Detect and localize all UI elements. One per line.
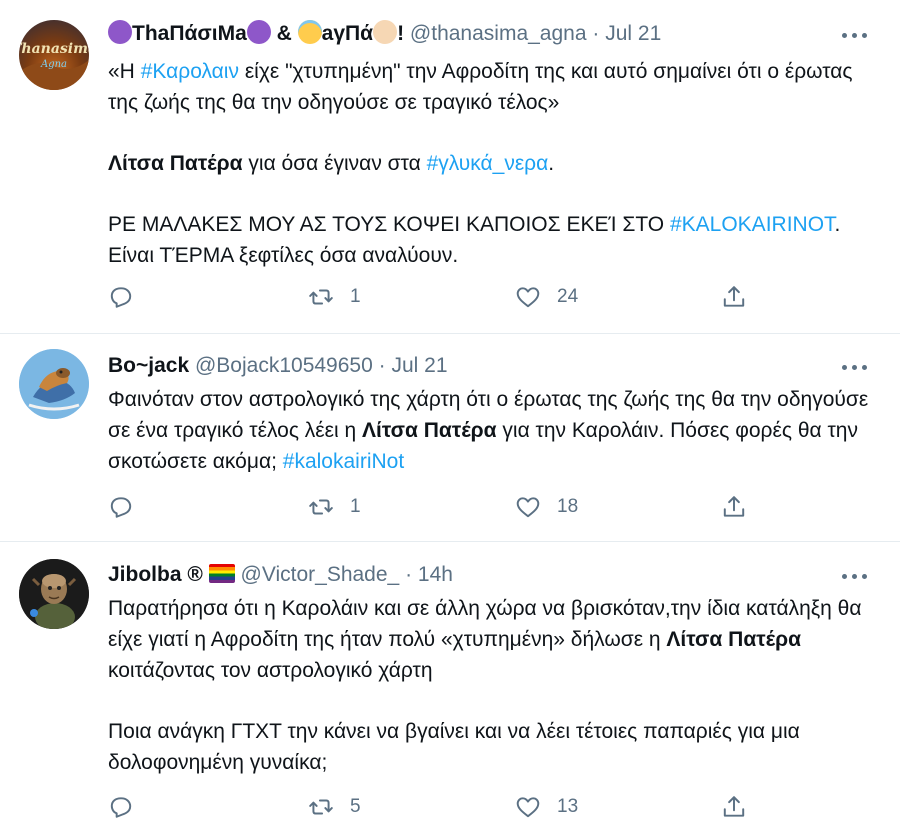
more-icon[interactable] (842, 362, 868, 372)
tweet-2[interactable]: Bo~jack @Bojack10549650 · Jul 21 Φαινότα… (0, 334, 900, 542)
tweet-paragraph: Παρατήρησα ότι η Καρολάιν και σε άλλη χώ… (108, 593, 878, 686)
tweet-3[interactable]: Jibolba ® @Victor_Shade_ · 14h Παρατήρησ… (0, 542, 900, 838)
hashtag-link[interactable]: #KALOKAIRINOT (670, 213, 835, 236)
share-button[interactable] (721, 492, 747, 522)
text-run: ΡΕ ΜΑΛΑΚΕΣ ΜΟΥ ΑΣ ΤΟΥΣ ΚΟΨΕΙ ΚΑΠΟΙΟΣ ΕΚΕ… (108, 213, 670, 236)
heart-icon (516, 497, 540, 518)
baby-angel-emoji-icon (373, 20, 398, 44)
text-run: για όσα έγιναν στα (242, 152, 427, 175)
tweet-paragraph: ΡΕ ΜΑΛΑΚΕΣ ΜΟΥ ΑΣ ΤΟΥΣ ΚΟΨΕΙ ΚΑΠΟΙΟΣ ΕΚΕ… (108, 209, 878, 271)
share-icon (723, 496, 745, 517)
bold-text: Λίτσα Πατέρα (666, 628, 801, 651)
retweet-button[interactable]: 5 (308, 792, 361, 822)
smiling-devil-emoji-icon (108, 20, 132, 44)
tweet-header: Jibolba ® @Victor_Shade_ · 14h (108, 561, 810, 589)
timestamp[interactable]: Jul 21 (605, 22, 661, 45)
user-handle[interactable]: @thanasima_agna (410, 22, 587, 45)
share-icon (723, 286, 745, 307)
like-count: 24 (557, 286, 579, 307)
display-name[interactable]: ThaΠάσιΜa (132, 22, 247, 45)
retweet-button[interactable]: 1 (308, 492, 361, 522)
user-handle[interactable]: @Victor_Shade_ (241, 563, 400, 586)
reply-icon (110, 797, 132, 818)
like-count: 13 (557, 796, 579, 817)
more-icon[interactable] (842, 30, 868, 40)
like-count: 18 (557, 496, 579, 517)
avatar[interactable] (19, 349, 89, 419)
display-name-separator: & (270, 22, 298, 45)
retweet-count: 5 (350, 796, 361, 817)
separator-dot: · (592, 22, 600, 45)
display-name-2[interactable]: aγΠά (322, 22, 373, 45)
hashtag-link[interactable]: #γλυκά_νερα (427, 152, 549, 175)
tweet-1[interactable]: Thanasima Agna ThaΠάσιΜa & aγΠά! @thanas… (0, 0, 900, 334)
timestamp[interactable]: Jul 21 (391, 354, 447, 377)
text-run: «Η (108, 60, 141, 83)
reply-button[interactable] (108, 282, 134, 312)
text-run: . (548, 152, 555, 175)
heart-icon (516, 287, 540, 308)
svg-text:Agna: Agna (40, 59, 67, 70)
retweet-count: 1 (350, 496, 361, 517)
retweet-count: 1 (350, 286, 361, 307)
hashtag-link[interactable]: #kalokairiNot (283, 450, 404, 473)
tweet-text: «Η #Καρολαιν είχε "χτυπημένη" την Αφροδί… (108, 56, 878, 271)
rainbow-flag-icon (208, 564, 235, 583)
like-button[interactable]: 24 (515, 282, 578, 312)
tweet-paragraph: Λίτσα Πατέρα για όσα έγιναν στα #γλυκά_ν… (108, 148, 878, 179)
share-button[interactable] (721, 792, 747, 822)
avatar[interactable]: Thanasima Agna (19, 20, 89, 90)
separator-dot: · (378, 354, 386, 377)
halo-emoji-icon (297, 20, 322, 44)
tweet-paragraph: «Η #Καρολαιν είχε "χτυπημένη" την Αφροδί… (108, 56, 878, 118)
tweet-actions: 1 18 (108, 492, 768, 522)
tweet-paragraph: Φαινόταν στον αστρολογικό της χάρτη ότι … (108, 384, 878, 477)
reply-icon (110, 497, 132, 518)
hashtag-link[interactable]: #Καρολαιν (141, 60, 239, 83)
display-name-bang: ! (397, 22, 405, 45)
display-name[interactable]: Bo~jack (108, 354, 189, 377)
retweet-button[interactable]: 1 (308, 282, 361, 312)
tweet-actions: 1 24 (108, 282, 768, 312)
user-handle[interactable]: @Bojack10549650 (195, 354, 373, 377)
retweet-icon (309, 799, 333, 815)
reply-button[interactable] (108, 492, 134, 522)
svg-text:Thanasima: Thanasima (19, 41, 89, 57)
tweet-header: Bo~jack @Bojack10549650 · Jul 21 (108, 352, 810, 380)
like-button[interactable]: 18 (515, 492, 578, 522)
tweet-paragraph: Ποια ανάγκη ΓΤΧΤ την κάνει να βγαίνει κα… (108, 720, 806, 774)
like-button[interactable]: 13 (515, 792, 578, 822)
avatar[interactable] (19, 559, 89, 629)
tweet-actions: 5 13 (108, 792, 768, 822)
share-button[interactable] (721, 282, 747, 312)
heart-icon (516, 797, 540, 818)
smiling-devil-emoji-icon (246, 20, 271, 44)
retweet-icon (309, 289, 333, 305)
retweet-icon (309, 499, 333, 515)
more-icon[interactable] (842, 571, 868, 581)
reply-button[interactable] (108, 792, 134, 822)
tweet-text: Φαινόταν στον αστρολογικό της χάρτη ότι … (108, 384, 878, 477)
bold-text: Λίτσα Πατέρα (108, 152, 243, 175)
bold-text: Λίτσα Πατέρα (362, 419, 497, 442)
reply-icon (110, 287, 132, 308)
tweet-header: ThaΠάσιΜa & aγΠά! @thanasima_agna · Jul … (108, 20, 810, 48)
separator-dot: · (405, 563, 413, 586)
share-icon (723, 796, 745, 817)
tweet-text: Παρατήρησα ότι η Καρολάιν και σε άλλη χώ… (108, 593, 878, 778)
display-name[interactable]: Jibolba ® (108, 563, 203, 586)
timestamp[interactable]: 14h (418, 563, 453, 586)
